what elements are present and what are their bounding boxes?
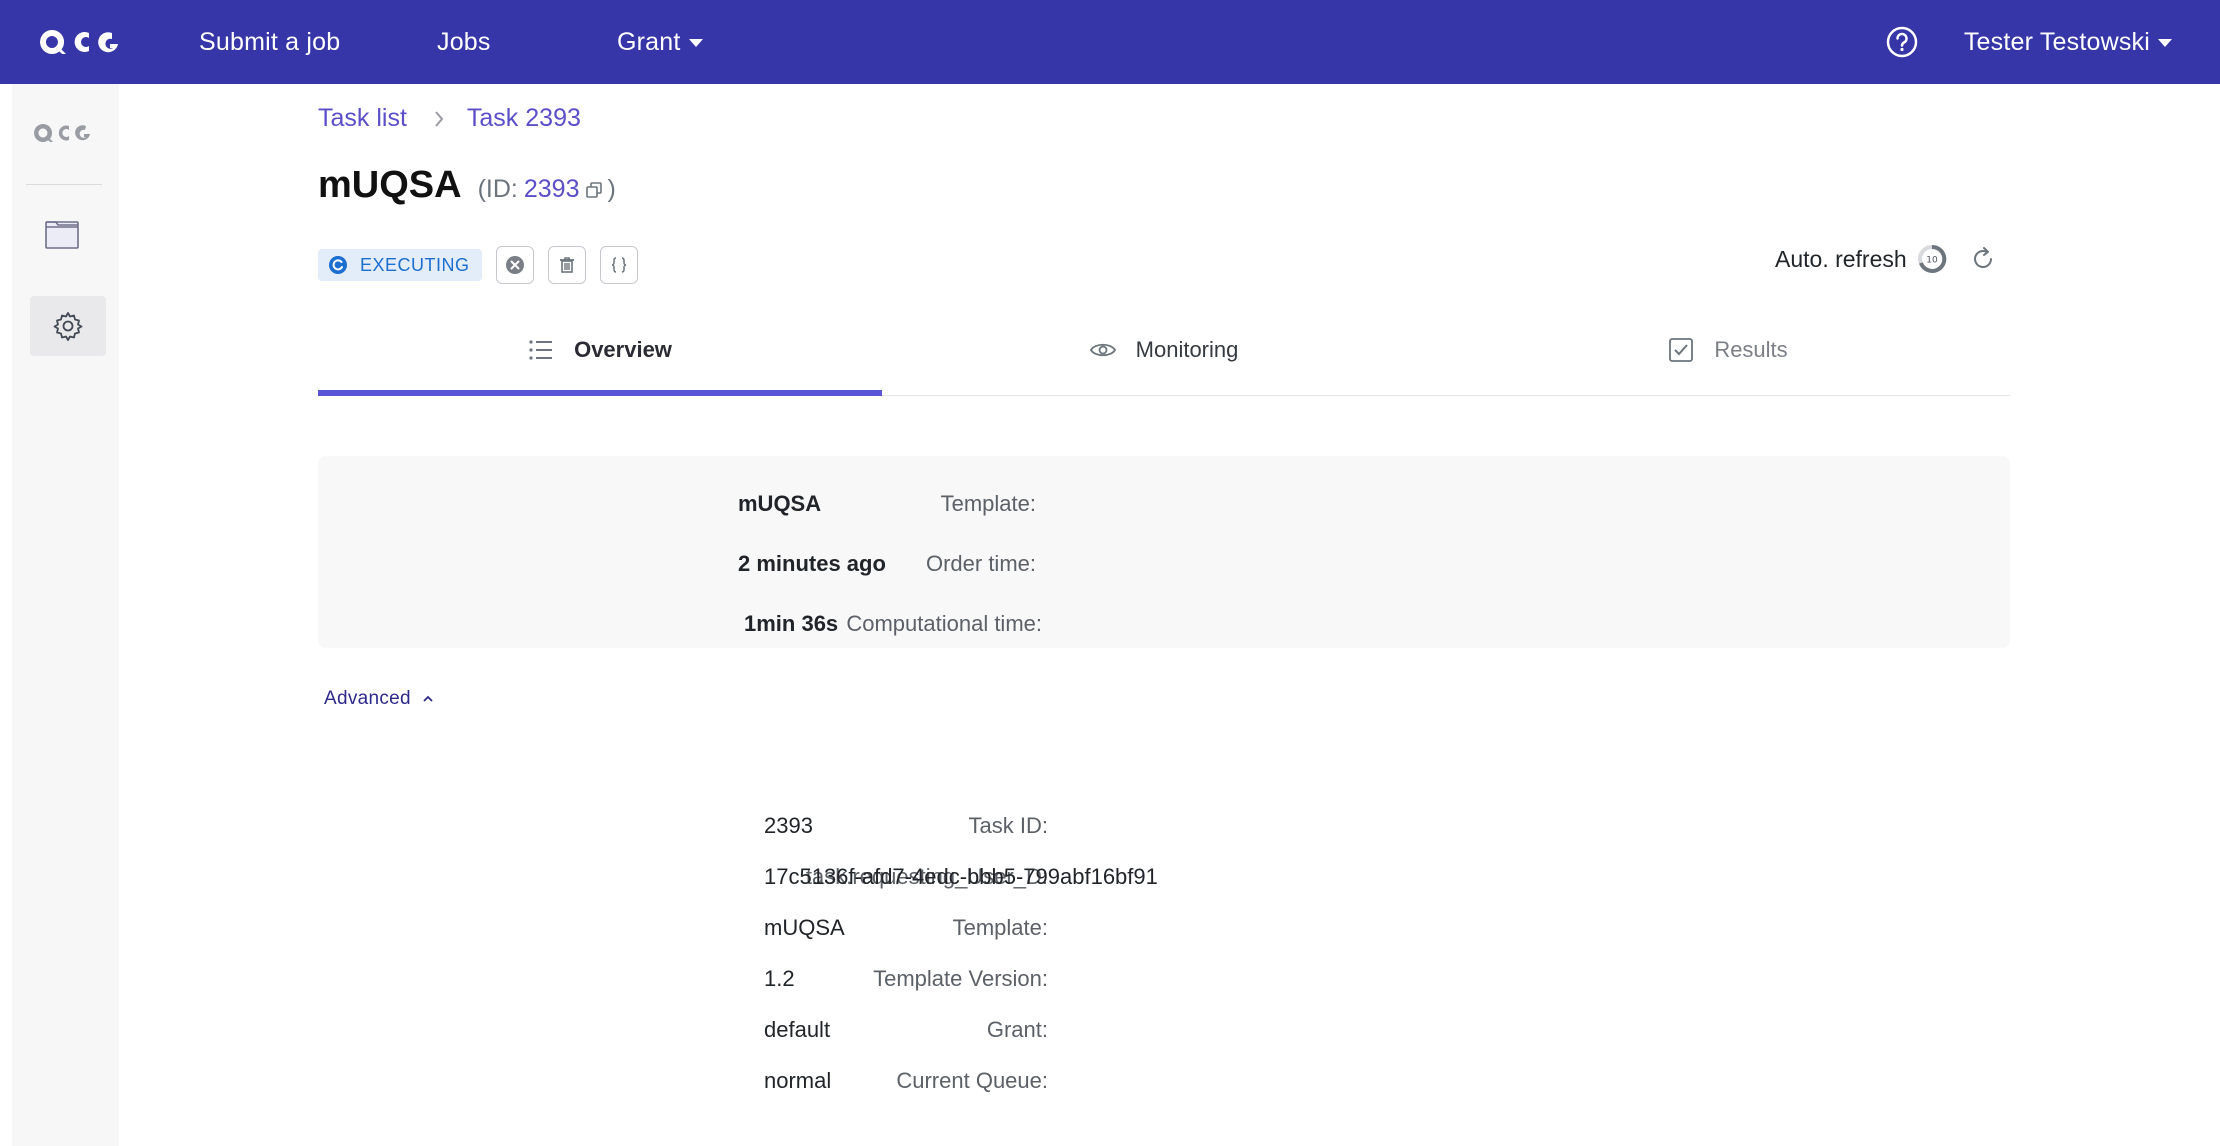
folder-icon[interactable] xyxy=(42,214,82,254)
auto-refresh-countdown[interactable]: 10 xyxy=(1917,244,1947,274)
overview-card: Template: mUQSA Order time: 2 minutes ag… xyxy=(318,456,2010,648)
eye-icon xyxy=(1089,343,1116,357)
breadcrumb-task-list[interactable]: Task list xyxy=(318,104,407,133)
status-actions-row: EXECUTING xyxy=(318,246,638,284)
delete-task-button[interactable] xyxy=(547,246,586,284)
top-navbar: Submit a job Jobs Grant Tester Testowski xyxy=(0,0,2220,84)
nav-grant-label: Grant xyxy=(617,27,681,56)
adv-label: Template Version: xyxy=(873,966,1048,991)
advanced-toggle-label: Advanced xyxy=(324,688,411,709)
nav-submit-job[interactable]: Submit a job xyxy=(199,0,340,84)
overview-row-computational-time: Computational time: 1min 36s xyxy=(318,604,2010,644)
sidebar-divider xyxy=(26,184,102,185)
advanced-row-grant: Grant: default xyxy=(318,1012,2010,1048)
qcg-logo-icon xyxy=(40,30,118,54)
adv-label: Current Queue: xyxy=(896,1068,1048,1093)
caret-down-icon xyxy=(688,39,703,47)
adv-value: mUQSA xyxy=(764,915,845,940)
tab-monitoring-label: Monitoring xyxy=(1135,337,1239,362)
info-label: Order time: xyxy=(925,551,1036,576)
adv-label: Grant: xyxy=(986,1017,1048,1042)
info-value: 2 minutes ago xyxy=(738,551,886,576)
brand-logo[interactable] xyxy=(40,24,118,60)
breadcrumb-current-task[interactable]: Task 2393 xyxy=(467,104,581,133)
help-icon[interactable] xyxy=(1886,26,1918,58)
info-label: Template: xyxy=(940,491,1036,516)
info-value: mUQSA xyxy=(738,491,822,516)
user-name: Tester Testowski xyxy=(1963,27,2150,56)
cancel-circle-icon xyxy=(505,256,524,274)
adv-value: 1.2 xyxy=(764,966,795,991)
caret-down-icon xyxy=(2158,39,2172,47)
tab-monitoring[interactable]: Monitoring xyxy=(882,304,1446,396)
gear-icon xyxy=(53,312,83,341)
copy-icon[interactable] xyxy=(585,181,603,199)
overview-row-template: Template: mUQSA xyxy=(318,484,2010,524)
sidebar-qcg-logo-icon[interactable] xyxy=(34,120,90,146)
advanced-row-current-queue: Current Queue: normal xyxy=(318,1063,2010,1099)
status-badge: EXECUTING xyxy=(318,249,482,281)
adv-value: 17c5136f-afd7-4edc-bbb5-799abf16bf91 xyxy=(764,864,1158,889)
adv-value: 2393 xyxy=(764,813,813,838)
json-view-button[interactable] xyxy=(599,246,638,284)
checkbox-icon xyxy=(1669,338,1694,362)
refresh-icon[interactable] xyxy=(1969,245,1997,273)
auto-refresh-seconds: 10 xyxy=(1926,256,1938,266)
tab-overview-label: Overview xyxy=(574,337,672,362)
breadcrumb: Task list Task 2393 xyxy=(318,104,581,133)
task-id-wrap: (ID: 2393 ) xyxy=(478,175,616,204)
task-id-prefix: (ID: xyxy=(477,175,518,203)
nav-jobs[interactable]: Jobs xyxy=(437,0,491,84)
adv-value: normal xyxy=(764,1068,832,1093)
braces-icon xyxy=(611,257,626,273)
chevron-up-icon xyxy=(423,695,433,702)
chevron-right-icon xyxy=(435,110,444,127)
trash-icon xyxy=(559,257,574,273)
page-title: mUQSA xyxy=(318,164,462,206)
nav-grant-dropdown[interactable]: Grant xyxy=(617,0,703,84)
overview-row-order-time: Order time: 2 minutes ago xyxy=(318,544,2010,584)
cancel-task-button[interactable] xyxy=(495,246,534,284)
advanced-row-template: Template: mUQSA xyxy=(318,910,2010,946)
tab-results[interactable]: Results xyxy=(1446,304,2010,396)
sidebar xyxy=(12,84,119,1146)
status-text: EXECUTING xyxy=(360,254,470,275)
auto-refresh: Auto. refresh 10 xyxy=(1775,244,1997,274)
info-value: 1min 36s xyxy=(744,611,839,636)
executing-status-icon xyxy=(329,256,347,274)
task-id-link[interactable]: 2393 xyxy=(524,175,580,204)
advanced-row-task-id: Task ID: 2393 xyxy=(318,808,2010,844)
advanced-row-requesting-user: task.requesting_User_D: 17c5136f-afd7-4e… xyxy=(318,859,2010,895)
adv-label: Template: xyxy=(952,915,1048,940)
task-tabs: Overview Monitoring Results xyxy=(318,304,2010,396)
sidebar-item-settings[interactable] xyxy=(30,296,106,356)
task-id-suffix: ) xyxy=(607,175,616,203)
adv-value: default xyxy=(764,1017,831,1042)
active-tab-indicator xyxy=(318,390,882,396)
auto-refresh-label: Auto. refresh xyxy=(1775,245,1907,272)
info-label: Computational time: xyxy=(846,611,1042,636)
advanced-toggle[interactable]: Advanced xyxy=(324,688,435,710)
adv-label: Task ID: xyxy=(968,813,1048,838)
advanced-row-template-version: Template Version: 1.2 xyxy=(318,961,2010,997)
title-row: mUQSA (ID: 2393 ) xyxy=(318,164,616,207)
tab-overview[interactable]: Overview xyxy=(318,304,882,396)
user-menu-dropdown[interactable]: Tester Testowski xyxy=(1964,0,2172,84)
tab-results-label: Results xyxy=(1714,337,1788,362)
list-icon xyxy=(529,340,553,360)
